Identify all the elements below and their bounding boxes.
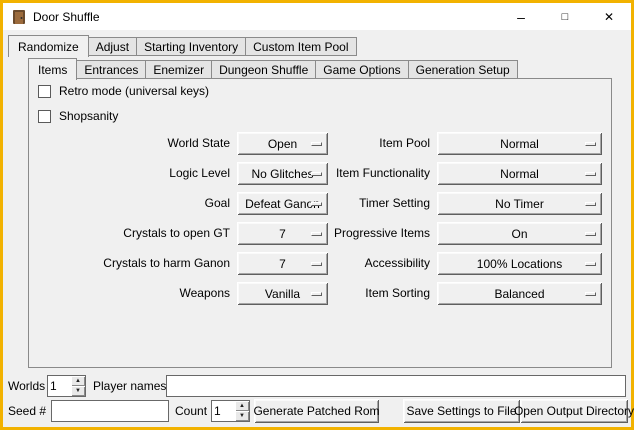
dropdown-indicator-icon xyxy=(311,172,322,176)
timer-setting-value: No Timer xyxy=(495,197,544,211)
spin-up-icon[interactable]: ▲ xyxy=(235,401,249,411)
progressive-items-optionmenu[interactable]: On xyxy=(437,222,602,245)
item-sorting-label: Item Sorting xyxy=(365,282,430,305)
crystals-gt-optionmenu[interactable]: 7 xyxy=(237,222,328,245)
titlebar[interactable]: Door Shuffle – □ ✕ xyxy=(3,3,631,30)
crystals-gt-value: 7 xyxy=(279,227,286,241)
tab-starting-inventory[interactable]: Starting Inventory xyxy=(136,37,246,56)
world-state-value: Open xyxy=(268,137,297,151)
tab-custom-item-pool[interactable]: Custom Item Pool xyxy=(245,37,356,56)
crystals-gt-label: Crystals to open GT xyxy=(123,222,230,245)
dropdown-indicator-icon xyxy=(585,262,596,266)
logic-level-label: Logic Level xyxy=(169,162,230,185)
item-pool-optionmenu[interactable]: Normal xyxy=(437,132,602,155)
goal-label: Goal xyxy=(205,192,230,215)
dropdown-indicator-icon xyxy=(311,142,322,146)
crystals-ganon-value: 7 xyxy=(279,257,286,271)
world-state-optionmenu[interactable]: Open xyxy=(237,132,328,155)
shopsanity-label: Shopsanity xyxy=(59,109,118,124)
item-sorting-value: Balanced xyxy=(494,287,544,301)
worlds-label: Worlds xyxy=(8,375,45,397)
window: Door Shuffle – □ ✕ Randomize Adjust Star… xyxy=(0,0,634,430)
save-settings-button[interactable]: Save Settings to File xyxy=(403,399,520,423)
weapons-label: Weapons xyxy=(180,282,230,305)
spin-up-icon[interactable]: ▲ xyxy=(71,376,85,386)
item-functionality-value: Normal xyxy=(500,167,539,181)
dropdown-indicator-icon xyxy=(585,172,596,176)
accessibility-value: 100% Locations xyxy=(477,257,562,271)
maximize-button[interactable]: □ xyxy=(543,3,587,30)
timer-setting-label: Timer Setting xyxy=(359,192,430,215)
open-output-button[interactable]: Open Output Directory xyxy=(520,399,628,423)
spin-up-glyph: ▲ xyxy=(75,378,81,384)
player-names-input[interactable] xyxy=(166,375,626,397)
goal-optionmenu[interactable]: Defeat Ganon xyxy=(237,192,328,215)
client-area: Randomize Adjust Starting Inventory Cust… xyxy=(3,30,631,427)
player-names-label: Player names xyxy=(93,375,166,397)
spin-down-glyph: ▼ xyxy=(239,413,245,419)
dropdown-indicator-icon xyxy=(585,202,596,206)
count-label: Count xyxy=(175,400,207,422)
spin-down-glyph: ▼ xyxy=(75,388,81,394)
worlds-spinbox-input[interactable] xyxy=(48,376,71,396)
tab-dungeon-shuffle[interactable]: Dungeon Shuffle xyxy=(211,60,316,79)
app-icon xyxy=(11,9,27,25)
crystals-ganon-optionmenu[interactable]: 7 xyxy=(237,252,328,275)
weapons-optionmenu[interactable]: Vanilla xyxy=(237,282,328,305)
goal-value: Defeat Ganon xyxy=(245,197,320,211)
spin-down-icon[interactable]: ▼ xyxy=(235,411,249,421)
seed-input[interactable] xyxy=(51,400,169,422)
dropdown-indicator-icon xyxy=(585,232,596,236)
progressive-items-label: Progressive Items xyxy=(334,222,430,245)
item-pool-value: Normal xyxy=(500,137,539,151)
tab-entrances[interactable]: Entrances xyxy=(76,60,146,79)
tab-randomize[interactable]: Randomize xyxy=(8,35,89,57)
worlds-spinbox[interactable]: ▲ ▼ xyxy=(47,375,86,397)
logic-level-optionmenu[interactable]: No Glitches xyxy=(237,162,328,185)
seed-label: Seed # xyxy=(8,400,46,422)
accessibility-optionmenu[interactable]: 100% Locations xyxy=(437,252,602,275)
dropdown-indicator-icon xyxy=(585,142,596,146)
tab-generation-setup[interactable]: Generation Setup xyxy=(408,60,518,79)
dropdown-indicator-icon xyxy=(311,232,322,236)
spin-up-glyph: ▲ xyxy=(239,403,245,409)
timer-setting-optionmenu[interactable]: No Timer xyxy=(437,192,602,215)
world-state-label: World State xyxy=(168,132,230,155)
item-functionality-label: Item Functionality xyxy=(336,162,430,185)
retro-mode-label: Retro mode (universal keys) xyxy=(59,84,209,99)
spin-down-icon[interactable]: ▼ xyxy=(71,386,85,396)
generate-rom-button[interactable]: Generate Patched Rom xyxy=(254,399,379,423)
logic-level-value: No Glitches xyxy=(251,167,313,181)
item-functionality-optionmenu[interactable]: Normal xyxy=(437,162,602,185)
minimize-button[interactable]: – xyxy=(499,3,543,30)
weapons-value: Vanilla xyxy=(265,287,300,301)
shopsanity-checkbox[interactable] xyxy=(38,110,51,123)
window-title: Door Shuffle xyxy=(33,10,100,24)
item-pool-label: Item Pool xyxy=(379,132,430,155)
tab-enemizer[interactable]: Enemizer xyxy=(145,60,212,79)
count-spinbox-input[interactable] xyxy=(212,401,235,421)
dropdown-indicator-icon xyxy=(311,262,322,266)
tab-items[interactable]: Items xyxy=(28,58,77,80)
outer-tab-bar: Randomize Adjust Starting Inventory Cust… xyxy=(8,34,357,56)
close-button[interactable]: ✕ xyxy=(587,3,631,30)
inner-tab-bar: Items Entrances Enemizer Dungeon Shuffle… xyxy=(28,57,518,79)
progressive-items-value: On xyxy=(511,227,527,241)
tab-adjust[interactable]: Adjust xyxy=(88,37,137,56)
dropdown-indicator-icon xyxy=(311,202,322,206)
count-spinbox[interactable]: ▲ ▼ xyxy=(211,400,250,422)
dropdown-indicator-icon xyxy=(585,292,596,296)
crystals-ganon-label: Crystals to harm Ganon xyxy=(103,252,230,275)
dropdown-indicator-icon xyxy=(311,292,322,296)
retro-mode-checkbox[interactable] xyxy=(38,85,51,98)
accessibility-label: Accessibility xyxy=(365,252,430,275)
tab-game-options[interactable]: Game Options xyxy=(315,60,408,79)
item-sorting-optionmenu[interactable]: Balanced xyxy=(437,282,602,305)
